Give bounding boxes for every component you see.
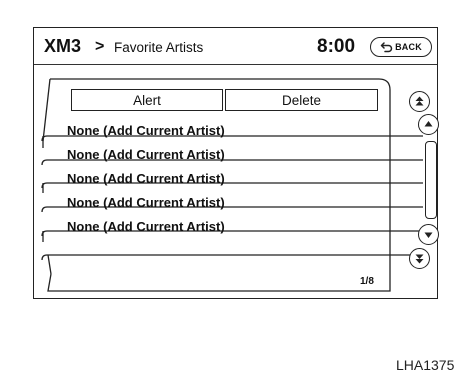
list-item[interactable]: None (Add Current Artist) [67,123,225,138]
delete-button[interactable]: Delete [225,89,378,111]
list-frame [41,78,423,292]
list-item[interactable]: None (Add Current Artist) [67,219,225,234]
line-down-button[interactable] [418,224,439,245]
list-item[interactable]: None (Add Current Artist) [67,195,225,210]
page-up-button[interactable] [409,91,430,112]
scrollbar-track[interactable] [425,141,437,219]
figure-id: LHA1375 [396,357,455,373]
line-down-icon [424,232,433,238]
page-indicator: 1/8 [360,276,374,287]
display-screen: XM3 > Favorite Artists 8:00 BACK Alert D… [33,27,439,299]
line-up-icon [424,121,433,127]
list-item[interactable]: None (Add Current Artist) [67,171,225,186]
page-down-button[interactable] [409,248,430,269]
line-up-button[interactable] [418,114,439,135]
alert-button[interactable]: Alert [71,89,223,111]
page-down-icon [415,254,424,264]
list-item[interactable]: None (Add Current Artist) [67,147,225,162]
page-up-icon [415,96,424,106]
list-panel: Alert Delete None (Add Current Artist) N… [34,28,437,298]
